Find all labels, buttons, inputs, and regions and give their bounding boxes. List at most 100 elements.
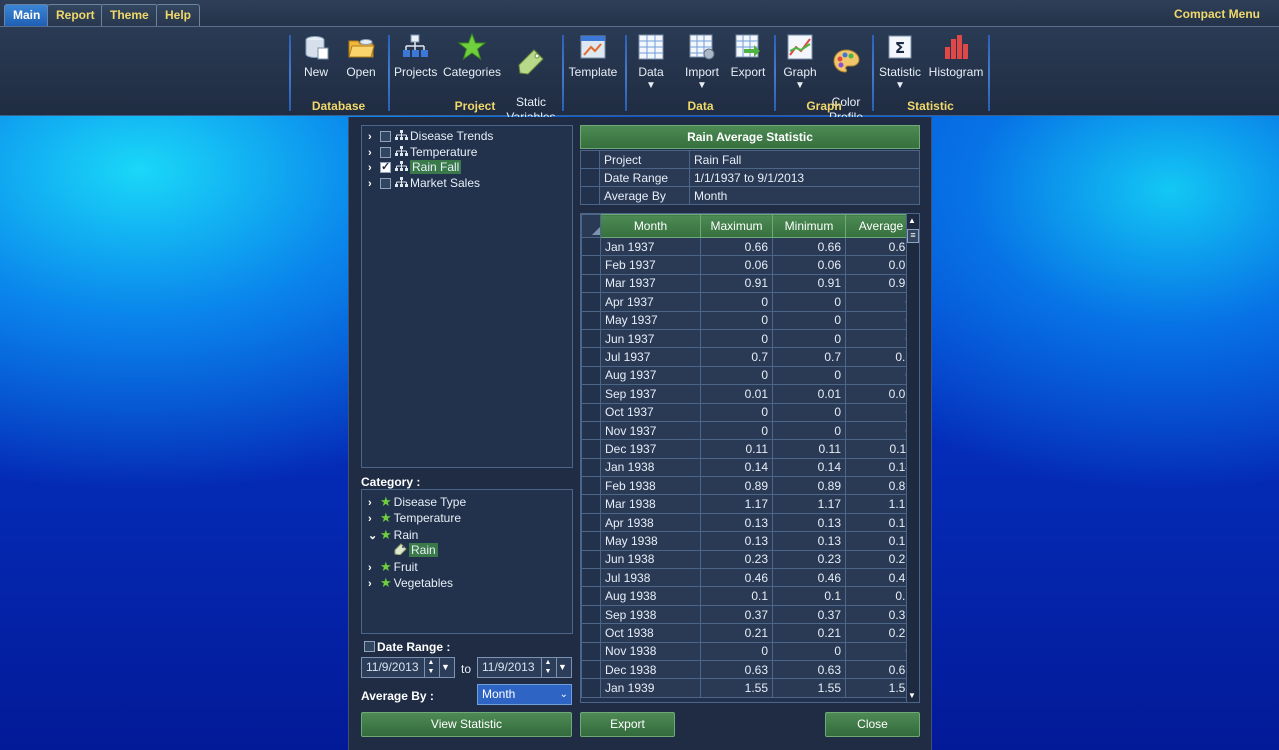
chevron-right-icon[interactable]: › (368, 561, 378, 576)
row-gutter[interactable] (581, 420, 601, 441)
scroll-down-icon[interactable]: ▼ (908, 691, 916, 700)
column-header-minimum[interactable]: Minimum (772, 214, 846, 238)
table-row[interactable]: Jul 1938 0.46 0.46 0.46 (581, 568, 917, 588)
grid-scrollbar[interactable]: ▲ ≡ ▼ (906, 214, 919, 702)
statistic-button[interactable]: Σ Statistic ▼ (877, 33, 923, 91)
chevron-right-icon[interactable]: › (368, 496, 378, 511)
view-statistic-button[interactable]: View Statistic (361, 712, 572, 737)
tree-item-rain-fall[interactable]: › Rain Fall (368, 160, 462, 176)
table-row[interactable]: Nov 1937000 (581, 420, 917, 441)
checkbox[interactable] (380, 178, 391, 189)
date-from-field[interactable]: 11/9/2013 ▲ ▼ ▼ (361, 657, 455, 678)
tab-main[interactable]: Main (4, 4, 50, 26)
row-gutter[interactable] (581, 384, 601, 404)
table-row[interactable]: Jan 1939 1.55 1.55 1.55 (581, 678, 917, 698)
tree-item-market-sales[interactable]: › Market Sales (368, 176, 480, 191)
compact-menu-button[interactable]: Compact Menu (1174, 7, 1260, 21)
chevron-down-icon[interactable]: ▼ (556, 658, 568, 677)
tab-help[interactable]: Help (156, 4, 201, 26)
table-row[interactable]: Dec 1937 0.11 0.11 0.11 (581, 439, 917, 459)
checkbox[interactable] (380, 131, 391, 142)
grid-corner[interactable] (581, 214, 601, 238)
row-gutter[interactable] (581, 568, 601, 588)
chevron-right-icon[interactable]: › (368, 577, 378, 592)
row-gutter[interactable] (581, 439, 601, 459)
histogram-button[interactable]: Histogram (928, 33, 984, 80)
date-to-field[interactable]: 11/9/2013 ▲ ▼ ▼ (477, 657, 572, 678)
tree-item-disease-trends[interactable]: › Disease Trends (368, 129, 493, 144)
table-row[interactable]: Jan 1938 0.14 0.14 0.14 (581, 457, 917, 478)
table-row[interactable]: Mar 1937 0.91 0.91 0.91 (581, 273, 917, 294)
category-item-disease-type[interactable]: › ★ Disease Type (368, 494, 466, 509)
row-gutter[interactable] (581, 494, 601, 514)
table-row[interactable]: May 1938 0.13 0.13 0.13 (581, 531, 917, 551)
checkbox[interactable] (380, 147, 391, 158)
category-item-vegetables[interactable]: › ★ Vegetables (368, 575, 453, 590)
table-row[interactable]: Jun 1937000 (581, 328, 917, 349)
row-gutter[interactable] (581, 586, 601, 606)
table-row[interactable]: Oct 1938 0.21 0.21 0.21 (581, 623, 917, 643)
open-button[interactable]: Open (345, 33, 377, 80)
chevron-down-icon[interactable]: ⌄ (368, 529, 378, 544)
row-gutter[interactable] (581, 347, 601, 367)
import-button[interactable]: Import ▼ (682, 33, 722, 91)
row-gutter[interactable] (581, 273, 601, 294)
tab-theme[interactable]: Theme (101, 4, 158, 26)
table-row[interactable]: Jul 1937 0.7 0.7 0.7 (581, 347, 917, 367)
row-gutter[interactable] (581, 678, 601, 698)
export-button[interactable]: Export (580, 712, 675, 737)
category-item-fruit[interactable]: › ★ Fruit (368, 559, 418, 574)
table-row[interactable]: Sep 1938 0.37 0.37 0.37 (581, 604, 917, 625)
row-gutter[interactable] (581, 328, 601, 349)
date-to-spinner[interactable]: ▲ ▼ (541, 658, 554, 677)
row-gutter[interactable] (581, 292, 601, 312)
graph-button[interactable]: Graph ▼ (781, 33, 819, 91)
tree-item-temperature[interactable]: › Temperature (368, 145, 477, 160)
chevron-right-icon[interactable]: › (368, 146, 378, 161)
row-gutter[interactable] (581, 623, 601, 643)
row-gutter[interactable] (581, 457, 601, 478)
table-row[interactable]: Feb 1938 0.89 0.89 0.89 (581, 476, 917, 496)
row-gutter[interactable] (581, 365, 601, 386)
categories-button[interactable]: Categories (442, 33, 502, 80)
scroll-thumb[interactable]: ≡ (907, 229, 919, 243)
scroll-up-icon[interactable]: ▲ (908, 216, 916, 225)
chevron-right-icon[interactable]: › (368, 177, 378, 192)
table-row[interactable]: Sep 1937 0.01 0.01 0.01 (581, 384, 917, 404)
row-gutter[interactable] (581, 236, 601, 257)
data-button[interactable]: Data ▼ (634, 33, 668, 91)
row-gutter[interactable] (581, 255, 601, 275)
table-row[interactable]: May 1937000 (581, 310, 917, 330)
table-row[interactable]: Aug 1937000 (581, 365, 917, 386)
table-row[interactable]: Jun 1938 0.23 0.23 0.23 (581, 549, 917, 570)
new-button[interactable]: New (300, 33, 332, 80)
table-row[interactable]: Aug 1938 0.1 0.1 0.1 (581, 586, 917, 606)
chevron-right-icon[interactable]: › (368, 130, 378, 145)
tab-report[interactable]: Report (47, 4, 104, 26)
column-header-maximum[interactable]: Maximum (700, 214, 773, 238)
column-header-month[interactable]: Month (600, 214, 701, 238)
category-item-temperature[interactable]: › ★ Temperature (368, 510, 461, 525)
table-row[interactable]: Jan 1937 0.66 0.66 0.66 (581, 236, 917, 257)
row-gutter[interactable] (581, 476, 601, 496)
projects-button[interactable]: Projects (394, 33, 437, 80)
category-item-rain[interactable]: ⌄ ★ Rain (368, 527, 418, 542)
template-button[interactable]: Template (566, 33, 620, 80)
row-gutter[interactable] (581, 310, 601, 330)
date-from-spinner[interactable]: ▲ ▼ (424, 658, 437, 677)
table-row[interactable]: Dec 1938 0.63 0.63 0.63 (581, 659, 917, 680)
close-button[interactable]: Close (825, 712, 920, 737)
row-gutter[interactable] (581, 402, 601, 422)
table-row[interactable]: Nov 1938000 (581, 641, 917, 661)
row-gutter[interactable] (581, 549, 601, 570)
average-by-select[interactable]: Month ⌄ (477, 684, 572, 705)
table-row[interactable]: Feb 1937 0.06 0.06 0.06 (581, 255, 917, 275)
checkbox-checked[interactable] (380, 160, 391, 175)
chevron-down-icon[interactable]: ▼ (439, 658, 451, 677)
row-gutter[interactable] (581, 641, 601, 661)
chevron-right-icon[interactable]: › (368, 161, 378, 176)
chevron-right-icon[interactable]: › (368, 512, 378, 527)
table-row[interactable]: Oct 1937000 (581, 402, 917, 422)
table-row[interactable]: Mar 1938 1.17 1.17 1.17 (581, 494, 917, 514)
table-row[interactable]: Apr 1937000 (581, 292, 917, 312)
